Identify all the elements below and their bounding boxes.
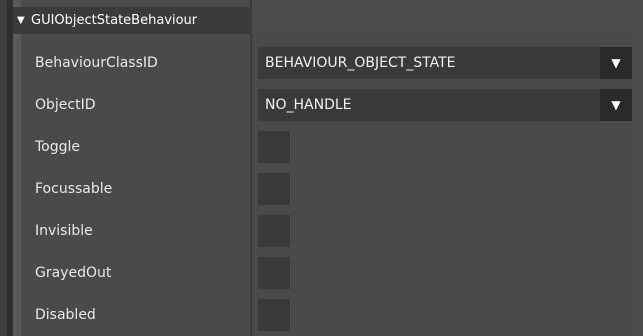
object-id-value: NO_HANDLE xyxy=(265,97,352,113)
disabled-label: Disabled xyxy=(35,307,96,323)
section-header[interactable]: ▼ GUIObjectStateBehaviour xyxy=(13,7,250,34)
behaviour-class-id-dropdown[interactable]: BEHAVIOUR_OBJECT_STATE ▼ xyxy=(258,47,632,79)
property-row-focussable: Focussable xyxy=(21,168,635,210)
focussable-checkbox[interactable] xyxy=(258,173,290,205)
object-id-label: ObjectID xyxy=(35,97,96,113)
behaviour-class-id-label: BehaviourClassID xyxy=(35,55,158,71)
triangle-down-icon[interactable]: ▼ xyxy=(17,15,27,26)
property-row-invisible: Invisible xyxy=(21,210,635,252)
left-gutter-indent xyxy=(13,0,21,336)
chevron-down-icon[interactable]: ▼ xyxy=(600,89,632,121)
property-row-behaviour-class-id: BehaviourClassID BEHAVIOUR_OBJECT_STATE … xyxy=(21,42,635,84)
property-row-object-id: ObjectID NO_HANDLE ▼ xyxy=(21,84,635,126)
grayed-out-checkbox[interactable] xyxy=(258,257,290,289)
object-id-dropdown[interactable]: NO_HANDLE ▼ xyxy=(258,89,632,121)
invisible-checkbox[interactable] xyxy=(258,215,290,247)
behaviour-class-id-value: BEHAVIOUR_OBJECT_STATE xyxy=(265,55,456,71)
grayed-out-label: GrayedOut xyxy=(35,265,112,281)
property-row-toggle: Toggle xyxy=(21,126,635,168)
property-row-disabled: Disabled xyxy=(21,294,635,336)
focussable-label: Focussable xyxy=(35,181,113,197)
toggle-label: Toggle xyxy=(35,139,81,155)
toggle-checkbox[interactable] xyxy=(258,131,290,163)
property-row-grayed-out: GrayedOut xyxy=(21,252,635,294)
section-title: GUIObjectStateBehaviour xyxy=(31,13,198,28)
left-gutter xyxy=(0,0,7,336)
disabled-checkbox[interactable] xyxy=(258,299,290,331)
invisible-label: Invisible xyxy=(35,223,93,239)
chevron-down-icon[interactable]: ▼ xyxy=(600,47,632,79)
